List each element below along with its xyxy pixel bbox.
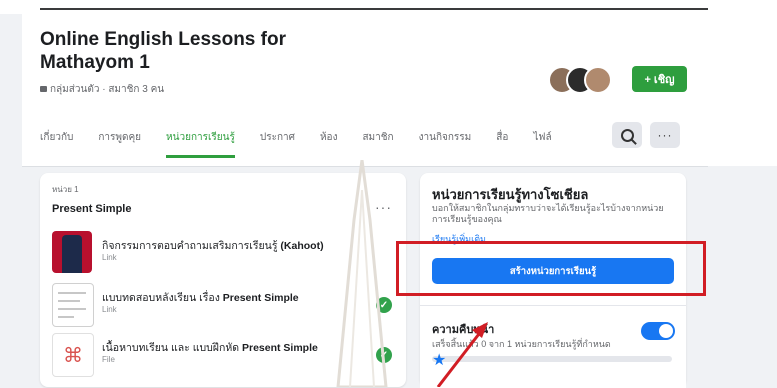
tab-about[interactable]: เกี่ยวกับ	[40, 118, 73, 158]
top-strip	[0, 0, 777, 14]
group-tabs: เกี่ยวกับ การพูดคุย หน่วยการเรียนรู้ ประ…	[40, 118, 577, 158]
item-type: Link	[102, 253, 117, 262]
group-title: Online English Lessons for Mathayom 1	[40, 29, 286, 73]
star-icon: ★	[432, 352, 447, 369]
search-icon	[620, 128, 634, 142]
progress-title: ความคืบหน้า	[432, 324, 495, 336]
toggle-knob	[659, 324, 673, 338]
pdf-icon: ⌘	[63, 344, 83, 367]
more-icon: ···	[657, 128, 673, 142]
tab-events[interactable]: งานกิจกรรม	[419, 118, 472, 158]
tab-media[interactable]: สื่อ	[496, 118, 508, 158]
item-title: แบบทดสอบหลังเรียน เรื่อง Present Simple	[102, 292, 299, 304]
tab-rooms[interactable]: ห้อง	[320, 118, 337, 158]
item-title: เนื้อหาบทเรียน และ แบบฝึกหัด Present Sim…	[102, 342, 318, 354]
more-options-button[interactable]: ···	[650, 122, 680, 148]
invite-button[interactable]: + เชิญ	[632, 66, 687, 92]
group-meta: กลุ่มส่วนตัว · สมาชิก 3 คน	[40, 82, 164, 97]
tab-members[interactable]: สมาชิก	[362, 118, 393, 158]
search-button[interactable]	[612, 122, 642, 148]
progress-description: เสร็จสิ้นแล้ว 0 จาก 1 หน่วยการเรียนรู้ที…	[432, 339, 611, 349]
social-learning-title: หน่วยการเรียนรู้ทางโซเชียล	[432, 187, 589, 202]
item-type: File	[102, 355, 115, 364]
progress-card: ความคืบหน้า เสร็จสิ้นแล้ว 0 จาก 1 หน่วยก…	[420, 305, 686, 388]
kahoot-thumbnail	[52, 231, 92, 273]
progress-bar	[432, 356, 672, 362]
temple-watermark	[336, 160, 388, 387]
group-header: Online English Lessons for Mathayom 1 กล…	[22, 14, 708, 167]
tab-units[interactable]: หน่วยการเรียนรู้	[166, 118, 235, 158]
header-right-background	[708, 14, 777, 166]
avatar[interactable]	[584, 66, 612, 94]
social-learning-description: บอกให้สมาชิกในกลุ่มทราบว่าจะได้เรียนรู้อ…	[432, 203, 664, 224]
lock-icon	[40, 86, 47, 92]
unit-number: หน่วย 1	[52, 185, 79, 194]
cover-bottom-edge	[40, 8, 708, 10]
group-meta-text: กลุ่มส่วนตัว · สมาชิก 3 คน	[50, 84, 165, 95]
pdf-thumbnail: ⌘	[52, 333, 94, 377]
progress-toggle[interactable]	[641, 322, 675, 340]
tab-files[interactable]: ไฟล์	[533, 118, 551, 158]
tab-announcements[interactable]: ประกาศ	[260, 118, 295, 158]
document-thumbnail	[52, 283, 94, 327]
highlight-box	[396, 241, 706, 296]
unit-title: Present Simple	[52, 203, 132, 215]
tab-discussion[interactable]: การพูดคุย	[98, 118, 141, 158]
item-type: Link	[102, 305, 117, 314]
item-title: กิจกรรมการตอบคำถามเสริมการเรียนรู้ (Kaho…	[102, 240, 324, 252]
